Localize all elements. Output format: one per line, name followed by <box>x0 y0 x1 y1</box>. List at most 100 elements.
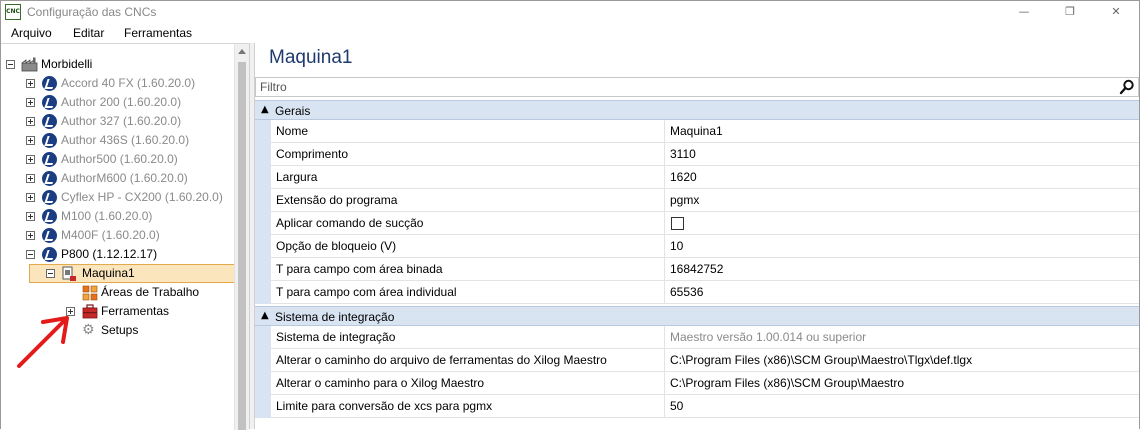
property-row[interactable]: Aplicar comando de sucção <box>255 212 1139 235</box>
property-name: Opção de bloqueio (V) <box>271 235 665 258</box>
property-value[interactable]: 16842752 <box>665 258 1139 281</box>
machine-icon <box>42 228 57 243</box>
tree-item-machine[interactable]: Author 327 (1.60.20.0) <box>1 112 231 131</box>
scrollbar-thumb[interactable] <box>238 62 246 430</box>
gear-icon: ⚙ <box>82 322 95 338</box>
expand-icon[interactable] <box>26 79 35 88</box>
filter-input[interactable] <box>256 78 1116 96</box>
maximize-button[interactable]: ❐ <box>1047 1 1093 23</box>
chevron-up-icon[interactable]: ▲ <box>261 310 269 321</box>
machine-icon <box>42 95 57 110</box>
machine-icon <box>42 133 57 148</box>
tree-item-morbidelli[interactable]: Morbidelli <box>1 55 231 74</box>
tree-item-machine[interactable]: M400F (1.60.20.0) <box>1 226 231 245</box>
property-value[interactable]: 3110 <box>665 143 1139 166</box>
property-name: T para campo com área individual <box>271 281 665 304</box>
tree-item-label: M100 (1.60.20.0) <box>61 209 153 223</box>
tree-item-machine[interactable]: Author500 (1.60.20.0) <box>1 150 231 169</box>
filter-box <box>255 77 1139 97</box>
tree-item-label: Author 327 (1.60.20.0) <box>61 114 182 128</box>
property-name: Extensão do programa <box>271 189 665 212</box>
property-row[interactable]: Opção de bloqueio (V) 10 <box>255 235 1139 258</box>
expand-icon[interactable] <box>26 136 35 145</box>
property-row[interactable]: T para campo com área individual 65536 <box>255 281 1139 304</box>
expand-icon[interactable] <box>26 212 35 221</box>
property-value[interactable]: C:\Program Files (x86)\SCM Group\Maestro… <box>665 349 1139 372</box>
property-row[interactable]: Nome Maquina1 <box>255 120 1139 143</box>
factory-icon <box>21 57 38 72</box>
expand-icon[interactable] <box>26 231 35 240</box>
tree-item-maquina1[interactable]: Maquina1 <box>1 264 231 283</box>
menu-arquivo[interactable]: Arquivo <box>11 26 52 40</box>
expand-icon[interactable] <box>26 155 35 164</box>
expand-icon[interactable] <box>26 117 35 126</box>
machine-icon <box>42 171 57 186</box>
category-gerais[interactable]: ▲ Gerais <box>255 100 1139 120</box>
machine-icon <box>42 190 57 205</box>
category-label: Gerais <box>275 104 311 118</box>
property-row[interactable]: Extensão do programa pgmx <box>255 189 1139 212</box>
property-value[interactable]: 65536 <box>665 281 1139 304</box>
tree-item-label: Author500 (1.60.20.0) <box>61 152 178 166</box>
property-row[interactable]: T para campo com área binada 16842752 <box>255 258 1139 281</box>
tree-item-label: Accord 40 FX (1.60.20.0) <box>61 76 196 90</box>
search-icon[interactable] <box>1119 79 1135 95</box>
property-value[interactable]: pgmx <box>665 189 1139 212</box>
collapse-icon[interactable] <box>26 250 35 259</box>
category-label: Sistema de integração <box>275 310 395 324</box>
property-name: Sistema de integração <box>271 326 665 349</box>
property-name: Limite para conversão de xcs para pgmx <box>271 395 665 418</box>
collapse-icon[interactable] <box>6 60 15 69</box>
tree-item-label: Cyflex HP - CX200 (1.60.20.0) <box>61 190 223 204</box>
minimize-button[interactable]: — <box>1001 1 1047 23</box>
property-value[interactable]: 10 <box>665 235 1139 258</box>
expand-icon[interactable] <box>26 98 35 107</box>
machine-document-icon <box>62 266 76 281</box>
tree-item-label: Áreas de Trabalho <box>101 285 200 299</box>
property-row[interactable]: Limite para conversão de xcs para pgmx 5… <box>255 395 1139 418</box>
tree-item-areas-de-trabalho[interactable]: Áreas de Trabalho <box>1 283 231 302</box>
category-sistema-de-integracao[interactable]: ▲ Sistema de integração <box>255 306 1139 326</box>
scroll-up-icon[interactable] <box>238 49 246 54</box>
tree-item-machine-p800[interactable]: P800 (1.12.12.17) <box>1 245 231 264</box>
tree-item-machine[interactable]: AuthorM600 (1.60.20.0) <box>1 169 231 188</box>
title-bar: CNC Configuração das CNCs — ❐ ✕ <box>1 1 1139 23</box>
property-name: Comprimento <box>271 143 665 166</box>
tree-item-label: P800 (1.12.12.17) <box>61 247 158 261</box>
suction-checkbox[interactable] <box>671 217 684 230</box>
tree-item-label: Morbidelli <box>41 57 93 71</box>
annotation-arrow-icon <box>17 316 69 368</box>
property-row[interactable]: Alterar o caminho para o Xilog Maestro C… <box>255 372 1139 395</box>
property-value[interactable]: 1620 <box>665 166 1139 189</box>
machine-icon <box>42 76 57 91</box>
expand-icon[interactable] <box>26 193 35 202</box>
menu-editar[interactable]: Editar <box>73 26 104 40</box>
property-name: Largura <box>271 166 665 189</box>
expand-icon[interactable] <box>26 174 35 183</box>
tree-item-machine[interactable]: M100 (1.60.20.0) <box>1 207 231 226</box>
machine-tree-panel: Morbidelli Accord 40 FX (1.60.20.0) Auth… <box>1 43 249 430</box>
tree-item-machine[interactable]: Author 200 (1.60.20.0) <box>1 93 231 112</box>
property-value[interactable]: Maquina1 <box>665 120 1139 143</box>
menu-ferramentas[interactable]: Ferramentas <box>124 26 192 40</box>
tree-item-machine[interactable]: Accord 40 FX (1.60.20.0) <box>1 74 231 93</box>
property-row[interactable]: Largura 1620 <box>255 166 1139 189</box>
window-title: Configuração das CNCs <box>27 5 157 19</box>
tree-scrollbar[interactable] <box>234 44 249 430</box>
property-row[interactable]: Sistema de integração Maestro versão 1.0… <box>255 326 1139 349</box>
close-button[interactable]: ✕ <box>1093 1 1139 23</box>
menu-bar: Arquivo Editar Ferramentas <box>1 23 1139 43</box>
collapse-icon[interactable] <box>46 269 55 278</box>
tree-item-label: Setups <box>101 323 139 337</box>
property-row[interactable]: Comprimento 3110 <box>255 143 1139 166</box>
property-name: Alterar o caminho do arquivo de ferramen… <box>271 349 665 372</box>
tree-item-machine[interactable]: Author 436S (1.60.20.0) <box>1 131 231 150</box>
chevron-up-icon[interactable]: ▲ <box>261 104 269 115</box>
page-title: Maquina1 <box>269 47 353 68</box>
property-row[interactable]: Alterar o caminho do arquivo de ferramen… <box>255 349 1139 372</box>
toolbox-icon <box>82 304 98 319</box>
property-value[interactable]: C:\Program Files (x86)\SCM Group\Maestro <box>665 372 1139 395</box>
property-value[interactable]: 50 <box>665 395 1139 418</box>
property-name: Aplicar comando de sucção <box>271 212 665 235</box>
tree-item-machine[interactable]: Cyflex HP - CX200 (1.60.20.0) <box>1 188 231 207</box>
